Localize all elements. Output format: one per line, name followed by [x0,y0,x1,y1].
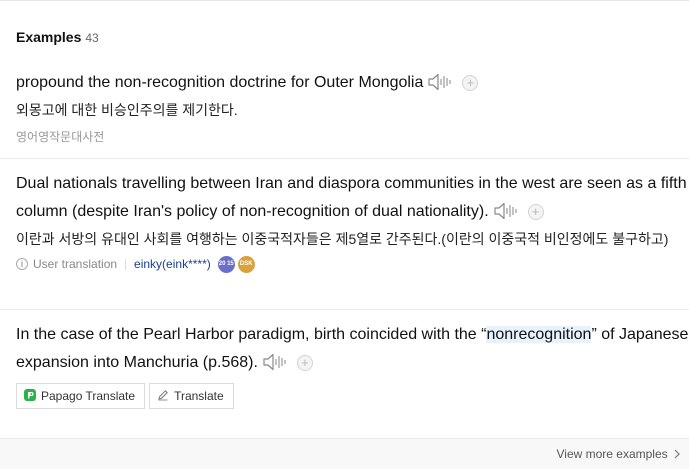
chevron-right-icon [671,447,681,461]
example-english: In the case of the Pearl Harbor paradigm… [16,321,689,381]
top-divider [0,0,689,1]
papago-icon [24,388,36,404]
example-english: Dual nationals travelling between Iran a… [16,170,689,230]
year-badge-icon: 20 15 [217,255,235,273]
translator-username[interactable]: einky(eink****) [134,257,211,271]
view-more-examples-link[interactable]: View more examples [556,447,681,461]
user-translation-label: User translation [33,257,118,271]
info-icon[interactable]: i [16,258,28,270]
plus-icon[interactable]: + [296,355,313,371]
example-english: propound the non-recognition doctrine fo… [16,69,689,101]
translate-button[interactable]: Translate [149,383,234,409]
speaker-icon[interactable] [494,202,518,230]
example-english-before: In the case of the Pearl Harbor paradigm… [16,326,487,343]
plus-icon[interactable]: + [527,204,544,220]
example-source[interactable]: 영어영작문대사전 [16,128,689,145]
divider [0,309,689,310]
meta-divider [125,258,127,270]
view-more-label: View more examples [556,447,668,461]
speaker-icon[interactable] [428,73,452,101]
example-korean: 외몽고에 대한 비승인주의를 제기한다. [16,102,238,118]
divider [0,158,689,159]
papago-translate-button[interactable]: Papago Translate [16,383,146,409]
pencil-icon [157,389,169,404]
examples-title: Examples [16,29,82,45]
highlighted-term: nonrecognition [486,326,592,343]
papago-translate-label: Papago Translate [41,389,136,403]
examples-heading: Examples 43 [16,29,99,45]
example-korean: 이란과 서방의 유대인 사회를 여행하는 이중국적자들은 제5열로 간주된다.(… [16,231,669,247]
example-english-text: Dual nationals travelling between Iran a… [16,175,687,220]
level-badge-icon: DSK [237,255,255,273]
speaker-icon[interactable] [263,353,287,381]
example-item-2: Dual nationals travelling between Iran a… [16,170,689,274]
example-item-3: In the case of the Pearl Harbor paradigm… [16,321,689,381]
plus-icon[interactable]: + [462,75,479,91]
example-english-text: propound the non-recognition doctrine fo… [16,74,424,91]
user-translation-meta: i User translation einky(eink****) 20 15… [16,254,689,274]
footer-bar: View more examples [0,438,689,469]
examples-count: 43 [85,31,99,45]
example-item-1: propound the non-recognition doctrine fo… [16,69,689,145]
translate-button-row: Papago Translate Translate [16,383,234,409]
translate-label: Translate [174,389,224,403]
